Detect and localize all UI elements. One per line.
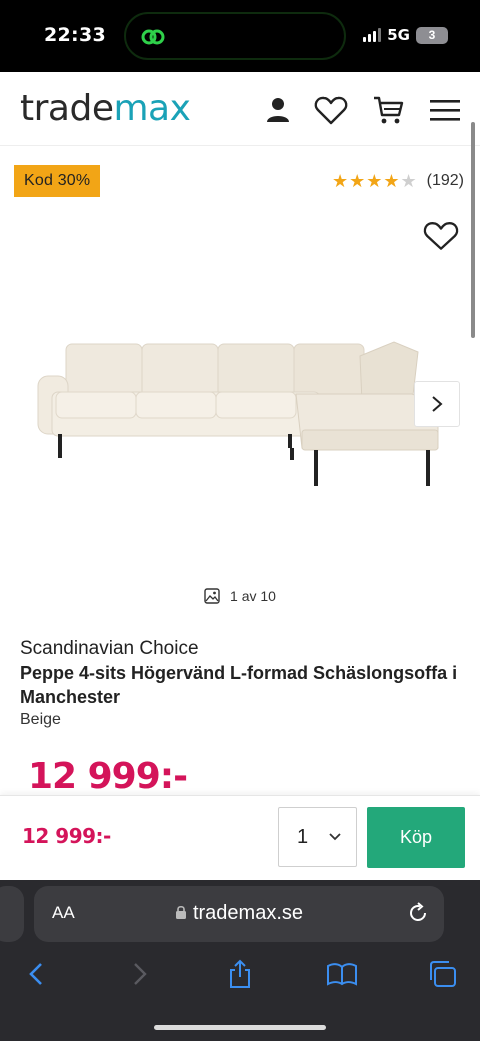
star-empty-icon: ★ <box>400 171 417 191</box>
image-counter-text: 1 av 10 <box>230 588 276 604</box>
review-count: (192) <box>426 172 464 189</box>
signal-icon <box>363 28 382 42</box>
chevron-down-icon <box>329 833 341 841</box>
image-icon <box>204 588 220 604</box>
product-color: Beige <box>20 711 61 728</box>
star-icon: ★ <box>383 171 400 191</box>
link-icon <box>141 29 165 45</box>
trademax-logo[interactable]: trademax <box>20 88 191 129</box>
share-icon[interactable] <box>222 958 258 990</box>
tabs-icon[interactable] <box>424 958 460 990</box>
image-counter: 1 av 10 <box>0 588 480 604</box>
cart-icon[interactable] <box>370 92 406 128</box>
browser-toolbar <box>0 952 480 996</box>
add-to-wishlist-heart-icon[interactable] <box>423 220 459 256</box>
wishlist-icon[interactable] <box>313 92 349 128</box>
home-indicator[interactable] <box>154 1025 326 1030</box>
network-label: 5G <box>387 26 410 44</box>
page-scrollbar[interactable] <box>471 122 475 338</box>
site-header: trademax <box>0 72 480 146</box>
product-price: 12 999:- <box>28 756 188 797</box>
discount-badge: Kod 30% <box>14 165 101 197</box>
status-bar: 22:33 5G 3 <box>0 0 480 72</box>
menu-icon[interactable] <box>427 92 463 128</box>
sticky-buy-bar: 12 999:- 1 Köp <box>0 795 480 880</box>
product-rating[interactable]: ★ ★ ★ ★ ★ (192) <box>332 172 464 190</box>
chevron-right-icon <box>432 396 443 412</box>
status-indicators: 5G 3 <box>363 26 448 44</box>
reload-icon[interactable] <box>406 901 430 925</box>
status-time: 22:33 <box>44 24 106 46</box>
quantity-select[interactable]: 1 <box>278 807 357 867</box>
account-icon[interactable] <box>260 92 296 128</box>
gallery-next-button[interactable] <box>414 381 460 427</box>
address-bar[interactable]: AA trademax.se <box>34 886 444 942</box>
url-field[interactable]: trademax.se <box>34 902 444 925</box>
bookmarks-icon[interactable] <box>324 958 360 990</box>
rating-stars: ★ ★ ★ ★ ★ <box>332 172 417 190</box>
forward-icon[interactable] <box>122 958 158 990</box>
buy-button[interactable]: Köp <box>367 807 465 868</box>
dynamic-island <box>124 12 346 60</box>
star-icon: ★ <box>331 171 349 191</box>
quantity-value: 1 <box>297 826 309 848</box>
product-title: Peppe 4-sits Högervänd L-formad Schäslon… <box>20 663 458 707</box>
star-icon: ★ <box>349 171 366 191</box>
product-brand[interactable]: Scandinavian Choice <box>20 638 199 660</box>
browser-chrome: AA trademax.se <box>0 880 480 1041</box>
sticky-price: 12 999:- <box>22 824 111 848</box>
battery-icon: 3 <box>416 26 448 44</box>
star-icon: ★ <box>366 171 383 191</box>
lock-icon <box>175 905 186 919</box>
url-text: trademax.se <box>192 902 304 924</box>
back-icon[interactable] <box>18 958 54 990</box>
previous-tab-edge[interactable] <box>0 886 24 942</box>
sofa-product-image[interactable] <box>34 336 444 488</box>
